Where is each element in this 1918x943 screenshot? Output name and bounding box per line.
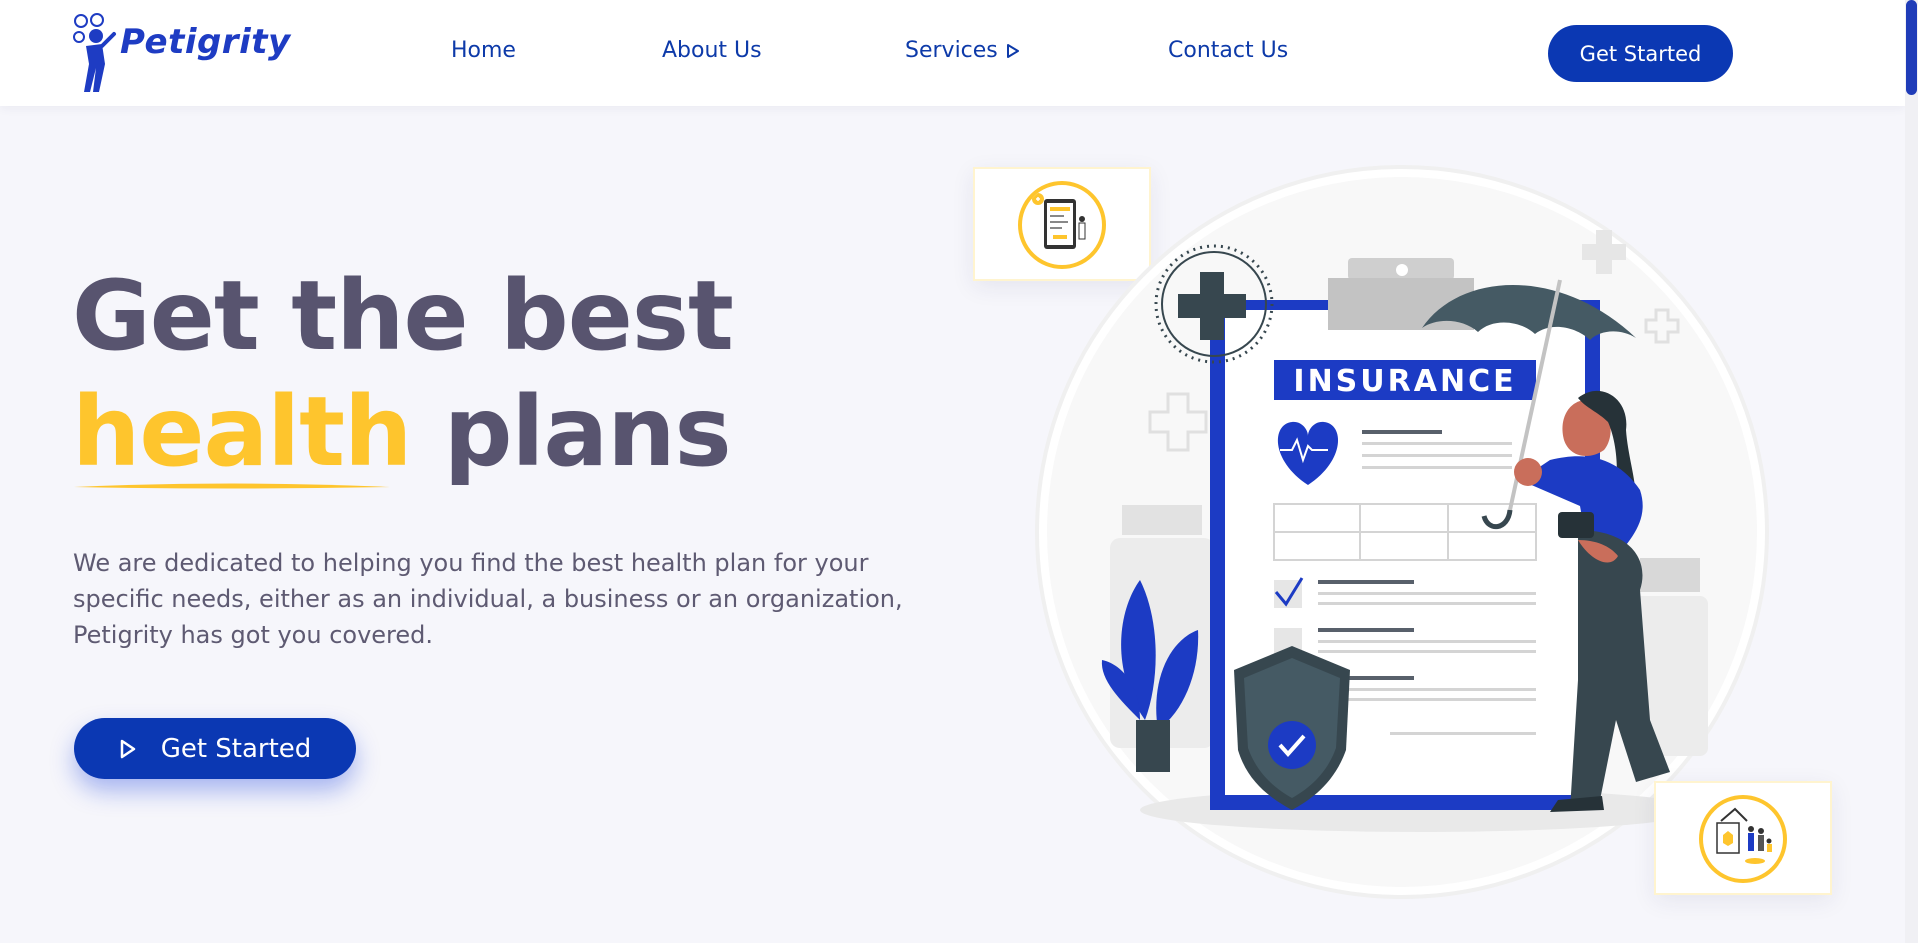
scrollbar-thumb[interactable]	[1906, 0, 1917, 95]
site-header: Petigrity Home About Us Services Contact…	[0, 0, 1905, 106]
family-badge	[1699, 795, 1787, 883]
clipboard-label: INSURANCE	[1293, 364, 1516, 399]
hero-title: Get the best health plans	[72, 258, 734, 490]
logo-icon	[73, 13, 116, 92]
header-get-started-button[interactable]: Get Started	[1548, 25, 1733, 82]
nav-services[interactable]: Services	[905, 38, 1020, 63]
hero-title-highlight: health	[72, 376, 412, 488]
hero-get-started-button[interactable]: Get Started	[74, 718, 356, 779]
highlight-underline	[74, 483, 390, 489]
nav-about-us[interactable]: About Us	[662, 38, 762, 63]
family-insurance-icon	[1716, 807, 1772, 864]
nav-contact-us[interactable]: Contact Us	[1168, 38, 1288, 63]
hero-title-line1: Get the best	[72, 260, 734, 372]
hero-cta-label: Get Started	[160, 733, 312, 764]
triangle-right-icon	[1006, 44, 1019, 58]
play-icon	[120, 739, 135, 758]
hero-description: We are dedicated to helping you find the…	[73, 549, 903, 649]
hero-title-line2: health plans	[72, 374, 733, 490]
nav-home[interactable]: Home	[451, 38, 516, 63]
logo-text: Petigrity	[120, 22, 291, 62]
scrollbar[interactable]	[1905, 0, 1918, 943]
floating-card-family	[1654, 781, 1832, 895]
logo[interactable]: Petigrity	[72, 12, 290, 94]
nav-services-label: Services	[905, 38, 998, 63]
hero-title-rest: plans	[443, 376, 732, 488]
